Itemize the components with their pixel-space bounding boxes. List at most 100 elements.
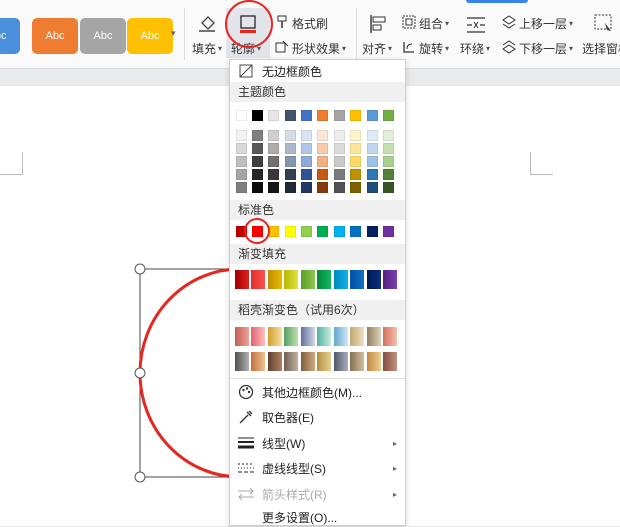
gradient-fill-swatch[interactable]	[334, 270, 348, 289]
theme-shade-swatch[interactable]	[317, 156, 328, 167]
theme-shade-swatch[interactable]	[236, 130, 247, 141]
gradient-fill-swatch[interactable]	[251, 270, 265, 289]
theme-shade-swatch[interactable]	[301, 143, 312, 154]
theme-color-swatch[interactable]	[317, 110, 328, 121]
theme-shade-swatch[interactable]	[268, 130, 279, 141]
shiny-gradient-swatch[interactable]	[251, 327, 265, 346]
theme-shade-swatch[interactable]	[268, 143, 279, 154]
theme-shade-swatch[interactable]	[367, 156, 378, 167]
theme-shade-swatch[interactable]	[383, 130, 394, 141]
shiny-gradient-swatch[interactable]	[383, 327, 397, 346]
standard-color-swatch[interactable]	[317, 226, 328, 237]
standard-color-swatch[interactable]	[367, 226, 378, 237]
dash-type-item[interactable]: 虚线线型(S) ▸	[230, 455, 405, 481]
theme-color-swatch[interactable]	[252, 110, 263, 121]
shiny-gradient-swatch[interactable]	[334, 327, 348, 346]
shiny-gradient-swatch[interactable]	[317, 352, 331, 371]
theme-shade-swatch[interactable]	[301, 182, 312, 193]
theme-shade-swatch[interactable]	[367, 169, 378, 180]
more-settings-item[interactable]: 更多设置(O)...	[230, 507, 405, 527]
gradient-fill-swatch[interactable]	[284, 270, 298, 289]
theme-shade-swatch[interactable]	[383, 156, 394, 167]
format-painter-button[interactable]: 格式刷	[275, 15, 328, 32]
theme-shade-swatch[interactable]	[285, 143, 296, 154]
shiny-gradient-swatch[interactable]	[235, 327, 249, 346]
theme-shade-swatch[interactable]	[252, 130, 263, 141]
gradient-fill-swatch[interactable]	[367, 270, 381, 289]
shape-style-preset[interactable]: Abc	[0, 18, 20, 54]
theme-shade-swatch[interactable]	[367, 130, 378, 141]
theme-color-swatch[interactable]	[367, 110, 378, 121]
send-backward-button[interactable]: 下移一层 ▾	[502, 40, 573, 57]
theme-shade-swatch[interactable]	[383, 143, 394, 154]
theme-shade-swatch[interactable]	[317, 182, 328, 193]
theme-shade-swatch[interactable]	[317, 143, 328, 154]
shiny-gradient-swatch[interactable]	[235, 352, 249, 371]
gradient-fill-swatch[interactable]	[350, 270, 364, 289]
shiny-gradient-swatch[interactable]	[317, 327, 331, 346]
theme-shade-swatch[interactable]	[350, 156, 361, 167]
bring-forward-button[interactable]: 上移一层 ▾	[502, 15, 573, 32]
theme-shade-swatch[interactable]	[383, 169, 394, 180]
shiny-gradient-swatch[interactable]	[367, 352, 381, 371]
theme-shade-swatch[interactable]	[285, 182, 296, 193]
selection-pane-button[interactable]: 选择窗格	[580, 14, 620, 58]
standard-color-swatch[interactable]	[285, 226, 296, 237]
shiny-gradient-swatch[interactable]	[301, 352, 315, 371]
theme-shade-swatch[interactable]	[317, 130, 328, 141]
theme-color-swatch[interactable]	[350, 110, 361, 121]
no-border-color-item[interactable]: 无边框颜色	[230, 60, 405, 82]
theme-shade-swatch[interactable]	[268, 156, 279, 167]
shape-style-preset[interactable]: Abc	[32, 18, 78, 54]
rotate-button[interactable]: 旋转 ▾	[402, 40, 449, 57]
gradient-fill-swatch[interactable]	[268, 270, 282, 289]
theme-shade-swatch[interactable]	[334, 143, 345, 154]
theme-shade-swatch[interactable]	[367, 182, 378, 193]
group-button[interactable]: 组合 ▾	[402, 15, 449, 32]
theme-shade-swatch[interactable]	[301, 156, 312, 167]
theme-shade-swatch[interactable]	[301, 169, 312, 180]
shiny-gradient-swatch[interactable]	[284, 327, 298, 346]
shiny-gradient-swatch[interactable]	[383, 352, 397, 371]
theme-shade-swatch[interactable]	[236, 156, 247, 167]
theme-shade-swatch[interactable]	[301, 130, 312, 141]
theme-shade-swatch[interactable]	[334, 169, 345, 180]
theme-shade-swatch[interactable]	[350, 182, 361, 193]
line-type-item[interactable]: 线型(W) ▸	[230, 430, 405, 456]
theme-shade-swatch[interactable]	[285, 169, 296, 180]
shape-effects-button[interactable]: 形状效果 ▾	[275, 40, 346, 57]
theme-shade-swatch[interactable]	[334, 156, 345, 167]
theme-shade-swatch[interactable]	[252, 182, 263, 193]
gradient-fill-swatch[interactable]	[383, 270, 397, 289]
wrap-button[interactable]: 环绕 ▾	[458, 14, 494, 58]
standard-color-swatch[interactable]	[350, 226, 361, 237]
standard-color-swatch[interactable]	[334, 226, 345, 237]
theme-shade-swatch[interactable]	[285, 156, 296, 167]
theme-color-swatch[interactable]	[334, 110, 345, 121]
gradient-fill-swatch[interactable]	[235, 270, 249, 289]
more-border-colors-item[interactable]: 其他边框颜色(M)...	[230, 379, 405, 405]
theme-shade-swatch[interactable]	[367, 143, 378, 154]
shiny-gradient-swatch[interactable]	[350, 327, 364, 346]
theme-shade-swatch[interactable]	[252, 156, 263, 167]
theme-shade-swatch[interactable]	[252, 169, 263, 180]
theme-shade-swatch[interactable]	[268, 182, 279, 193]
shiny-gradient-swatch[interactable]	[334, 352, 348, 371]
shiny-gradient-swatch[interactable]	[268, 352, 282, 371]
shiny-gradient-swatch[interactable]	[301, 327, 315, 346]
gradient-fill-swatch[interactable]	[301, 270, 315, 289]
align-button[interactable]: 对齐 ▾	[362, 14, 394, 58]
theme-color-swatch[interactable]	[383, 110, 394, 121]
theme-shade-swatch[interactable]	[334, 182, 345, 193]
shiny-gradient-swatch[interactable]	[284, 352, 298, 371]
shape-style-preset[interactable]: Abc	[127, 18, 173, 54]
theme-color-swatch[interactable]	[268, 110, 279, 121]
theme-shade-swatch[interactable]	[285, 130, 296, 141]
shiny-gradient-swatch[interactable]	[251, 352, 265, 371]
theme-shade-swatch[interactable]	[334, 130, 345, 141]
theme-shade-swatch[interactable]	[236, 169, 247, 180]
theme-shade-swatch[interactable]	[268, 169, 279, 180]
standard-color-swatch[interactable]	[383, 226, 394, 237]
theme-shade-swatch[interactable]	[350, 130, 361, 141]
theme-shade-swatch[interactable]	[350, 169, 361, 180]
